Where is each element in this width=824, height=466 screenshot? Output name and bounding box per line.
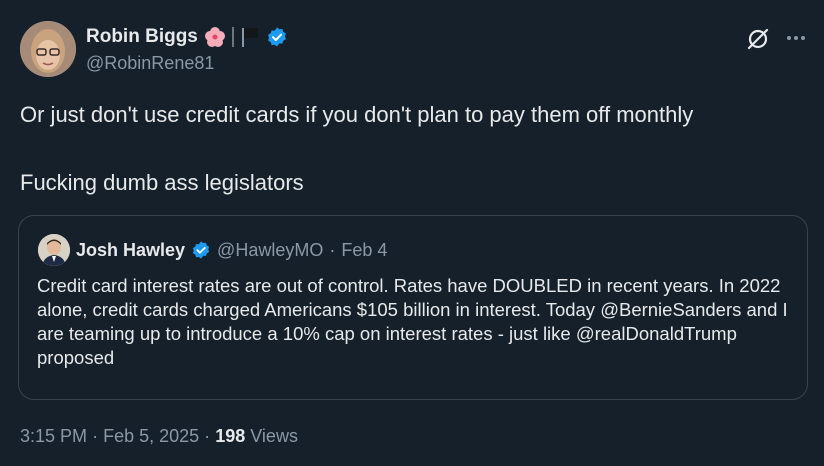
tweet-text: Or just don't use credit cards if you do… xyxy=(20,100,800,198)
quoted-author-name: Josh Hawley xyxy=(76,239,186,260)
dot-separator: · xyxy=(329,239,336,260)
separator-bar xyxy=(231,27,234,47)
author-handle[interactable]: @RobinRene81 xyxy=(86,53,214,74)
black-flag-icon xyxy=(240,26,260,48)
author-avatar[interactable] xyxy=(20,21,76,77)
dot-separator: · xyxy=(92,426,99,446)
tweet-meta: 3:15 PM · Feb 5, 2025 · 198 Views xyxy=(20,426,298,447)
tweet-paragraph: Or just don't use credit cards if you do… xyxy=(20,102,694,127)
author-display-name[interactable]: Robin Biggs xyxy=(86,26,198,48)
more-options-icon[interactable] xyxy=(784,26,808,55)
tweet-paragraph: Fucking dumb ass legislators xyxy=(20,170,304,195)
views-label: Views xyxy=(250,426,298,446)
tweet-date[interactable]: Feb 5, 2025 xyxy=(103,426,199,446)
hibiscus-icon xyxy=(204,26,226,48)
views-count: 198 xyxy=(215,426,246,446)
quoted-tweet[interactable]: Josh Hawley @HawleyMO · Feb 4 Credit car… xyxy=(18,215,808,400)
tweet: Robin Biggs @RobinRene81 Or just don't u… xyxy=(0,0,824,466)
quoted-text: Credit card interest rates are out of co… xyxy=(37,275,788,368)
quoted-date: Feb 4 xyxy=(341,239,388,260)
quoted-author-avatar[interactable] xyxy=(38,234,70,266)
author-name-row: Robin Biggs xyxy=(86,24,288,50)
quoted-author-handle: @HawleyMO xyxy=(217,239,324,260)
verified-badge-icon xyxy=(266,26,288,48)
grok-icon[interactable] xyxy=(745,26,771,57)
tweet-time[interactable]: 3:15 PM xyxy=(20,426,87,446)
verified-badge-icon xyxy=(191,240,211,260)
quoted-name-row: Josh Hawley @HawleyMO · Feb 4 xyxy=(76,238,387,262)
dot-separator: · xyxy=(204,426,211,446)
